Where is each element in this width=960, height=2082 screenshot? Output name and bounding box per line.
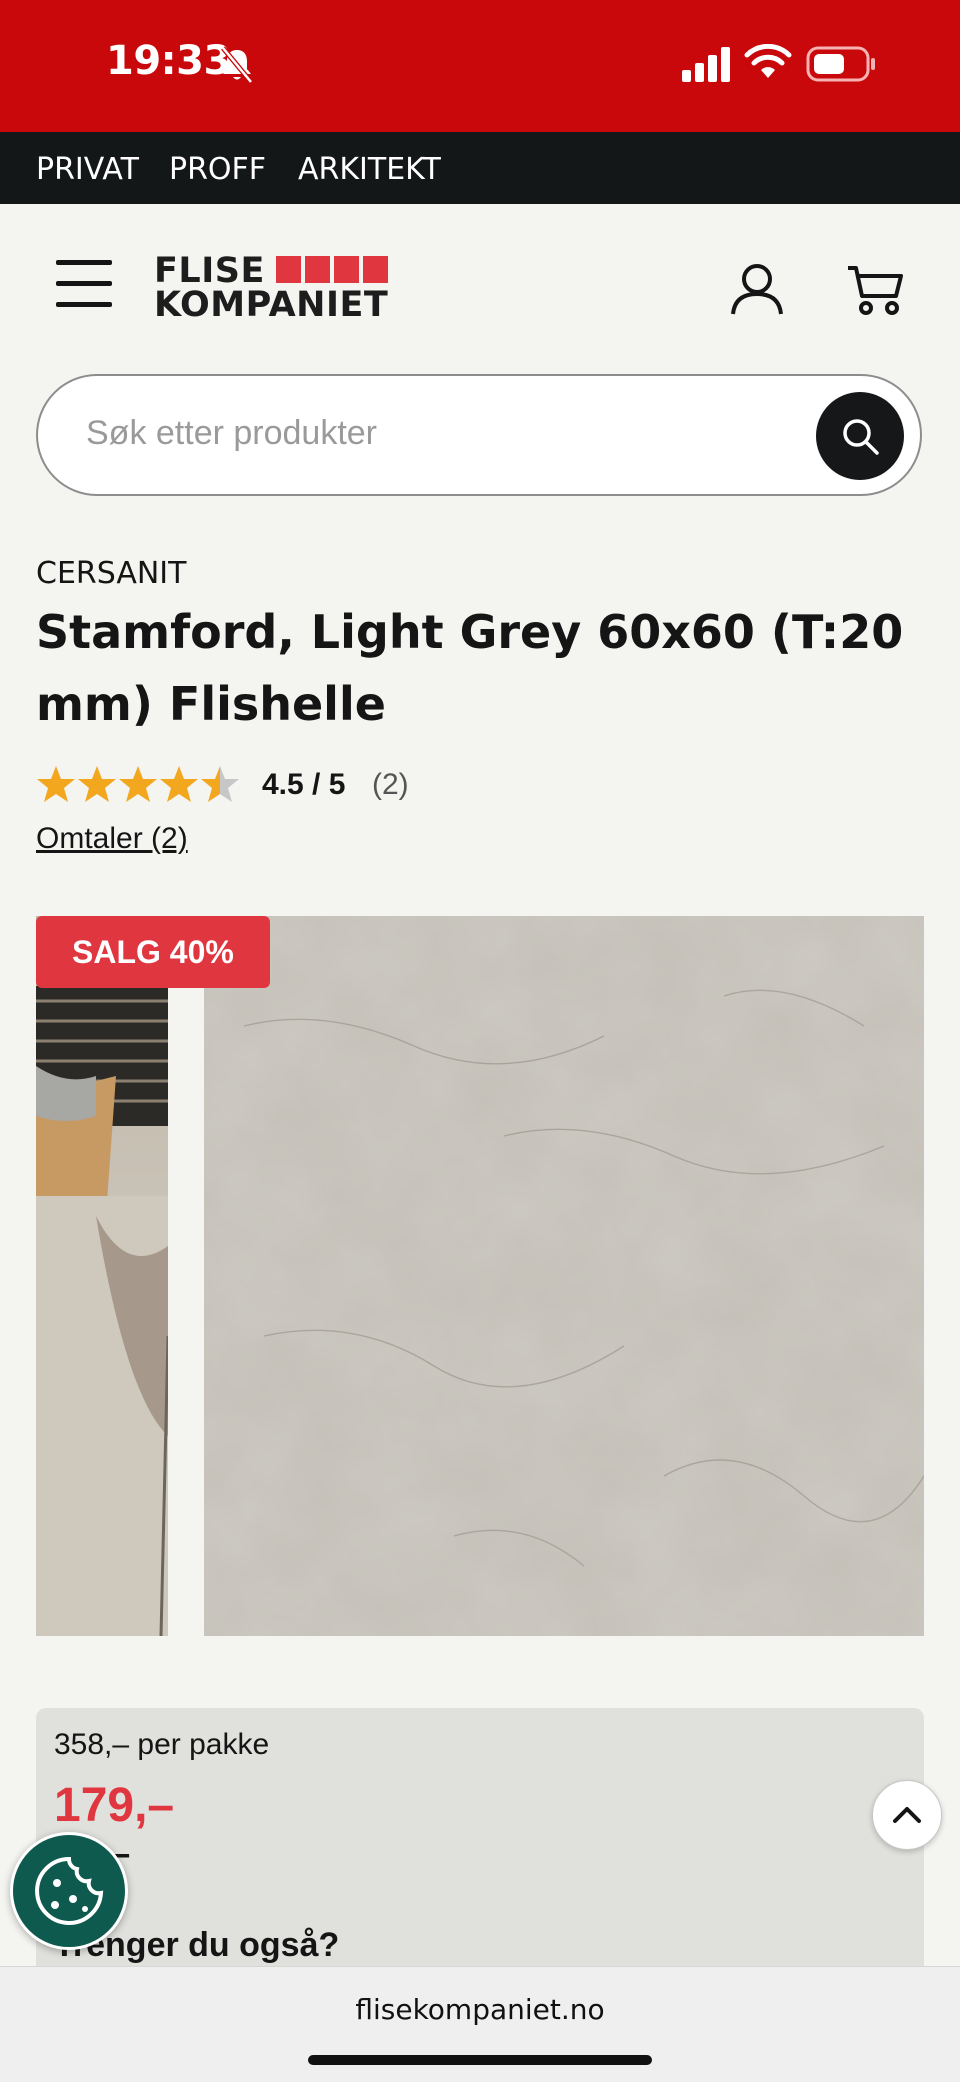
user-account-icon[interactable] — [730, 262, 784, 316]
customer-segment-bar: PRIVAT PROFF ARKITEKT — [0, 132, 960, 204]
segment-privat[interactable]: PRIVAT — [36, 152, 139, 187]
product-title: Stamford, Light Grey 60x60 (T:20 mm) Fli… — [36, 605, 904, 731]
logo-square — [334, 256, 359, 283]
current-price: 179,– — [54, 1779, 175, 1832]
product-image-patio[interactable] — [36, 916, 168, 1636]
segment-proff[interactable]: PROFF — [169, 152, 266, 187]
star-icon — [119, 766, 157, 802]
rating-count: (2) — [372, 768, 409, 801]
cookie-icon — [35, 1856, 104, 1925]
logo-square — [305, 256, 330, 283]
rating-stars — [37, 766, 239, 802]
price-per-pack: 358,– per pakke — [54, 1728, 270, 1761]
star-icon — [78, 766, 116, 802]
rating-value: 4.5 / 5 — [262, 768, 346, 801]
signal-icon — [682, 47, 730, 82]
half-star-icon — [201, 766, 239, 802]
status-bar: 19:33 — [0, 0, 960, 132]
status-time: 19:33 — [106, 38, 231, 84]
search-icon — [843, 419, 879, 455]
bell-muted-icon — [221, 46, 253, 84]
battery-icon — [806, 46, 875, 82]
search-bar[interactable]: Søk etter produkter — [36, 374, 922, 496]
url-text[interactable]: flisekompaniet.no — [0, 1993, 960, 2026]
logo-square — [276, 256, 301, 283]
star-icon — [37, 766, 75, 802]
logo-text-line1: FLISE — [154, 251, 265, 291]
browser-url-bar[interactable]: flisekompaniet.no — [0, 1966, 960, 2082]
flisekompaniet-logo[interactable]: FLISE KOMPANIET — [154, 252, 404, 324]
cookie-settings-button[interactable] — [10, 1832, 128, 1950]
home-indicator — [308, 2055, 652, 2065]
wifi-icon — [744, 44, 792, 78]
sale-badge: SALG 40% — [36, 916, 270, 988]
logo-square — [363, 256, 388, 283]
price-panel: 358,– per pakke 179,– 299,– Trenger du o… — [36, 1708, 924, 2008]
menu-icon[interactable] — [56, 260, 112, 310]
search-input[interactable]: Søk etter produkter — [86, 414, 377, 453]
reviews-link[interactable]: Omtaler (2) — [36, 822, 188, 856]
search-button[interactable] — [816, 392, 904, 480]
scroll-to-top-button[interactable] — [872, 1780, 942, 1850]
logo-text-line2: KOMPANIET — [154, 285, 389, 325]
product-brand[interactable]: CERSANIT — [36, 556, 186, 591]
product-image-tile[interactable] — [204, 916, 924, 1636]
star-icon — [160, 766, 198, 802]
cart-icon[interactable] — [846, 262, 904, 316]
chevron-up-icon — [893, 1807, 921, 1823]
product-image-gallery[interactable]: SALG 40% — [36, 916, 924, 1636]
segment-arkitekt[interactable]: ARKITEKT — [298, 152, 441, 187]
